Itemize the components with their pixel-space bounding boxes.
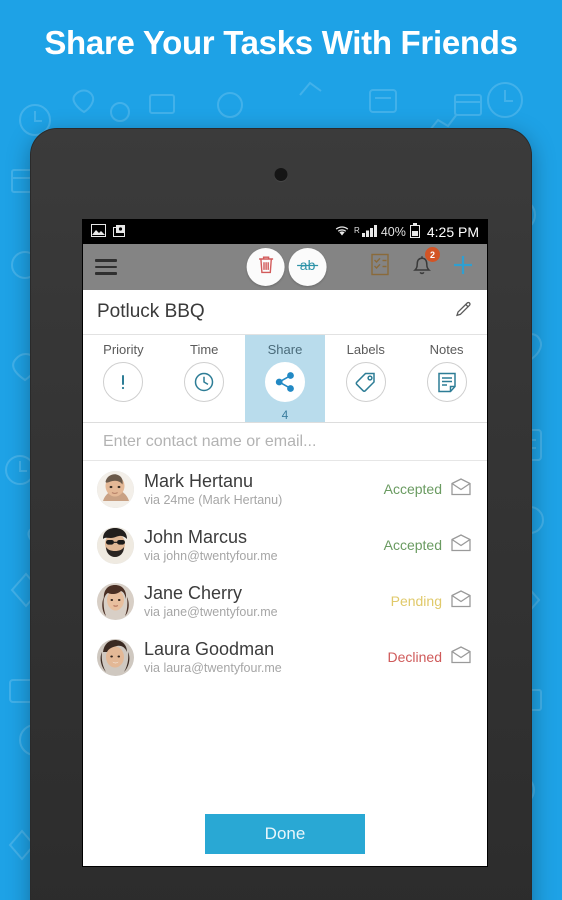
status-badge: Accepted xyxy=(383,481,442,497)
contact-via: via jane@twentyfour.me xyxy=(144,605,278,620)
list-item[interactable]: John Marcus via john@twentyfour.me Accep… xyxy=(83,517,487,573)
status-bar-right-icons: R 40% 4:25 PM xyxy=(334,223,479,241)
contact-search-placeholder: Enter contact name or email... xyxy=(103,432,317,450)
tab-count: 4 xyxy=(281,408,289,422)
envelope-icon[interactable] xyxy=(449,532,473,559)
roaming-indicator: R xyxy=(354,226,360,235)
tab-label: Notes xyxy=(429,342,464,357)
battery-icon xyxy=(409,223,420,241)
toolbar-center-actions: ab xyxy=(246,248,327,286)
clock-label: 4:25 PM xyxy=(426,224,479,240)
contact-status-group: Pending xyxy=(391,588,473,615)
contact-search-input[interactable]: Enter contact name or email... xyxy=(83,423,487,461)
status-bar-left-icons xyxy=(91,224,128,241)
status-badge: Pending xyxy=(390,593,442,609)
contact-texts: John Marcus via john@twentyfour.me xyxy=(144,527,278,563)
avatar xyxy=(97,638,134,676)
envelope-icon[interactable] xyxy=(449,476,473,503)
tab-label: Share xyxy=(267,342,303,357)
notifications-button[interactable]: 2 xyxy=(411,247,440,281)
shared-contacts-list: Mark Hertanu via 24me (Mark Hertanu) Acc… xyxy=(83,461,487,685)
task-title-row[interactable]: Potluck BBQ xyxy=(83,290,487,335)
list-item[interactable]: Mark Hertanu via 24me (Mark Hertanu) Acc… xyxy=(83,461,487,517)
screen-footer: Done xyxy=(83,802,487,866)
promo-screenshot: Share Your Tasks With Friends R 40% 4:25… xyxy=(0,0,562,900)
checklist-icon[interactable] xyxy=(371,253,393,282)
notifications-badge: 2 xyxy=(425,247,440,262)
contact-status-group: Accepted xyxy=(384,532,473,559)
note-icon xyxy=(426,362,467,402)
task-attribute-tabs: Priority Time Share 4 Labels Notes xyxy=(83,335,487,423)
tab-notes[interactable]: Notes xyxy=(406,335,487,422)
list-item[interactable]: Laura Goodman via laura@twentyfour.me De… xyxy=(83,629,487,685)
contact-status-group: Accepted xyxy=(384,476,473,503)
battery-percent-label: 40% xyxy=(380,225,406,239)
envelope-icon[interactable] xyxy=(449,588,473,615)
envelope-icon[interactable] xyxy=(449,644,473,671)
list-item[interactable]: Jane Cherry via jane@twentyfour.me Pendi… xyxy=(83,573,487,629)
contact-via: via 24me (Mark Hertanu) xyxy=(144,493,283,508)
tab-share[interactable]: Share 4 xyxy=(244,335,326,422)
page-title: Potluck BBQ xyxy=(97,301,205,322)
share-icon xyxy=(264,362,305,402)
tab-labels[interactable]: Labels xyxy=(325,335,406,422)
tab-label: Labels xyxy=(346,342,385,357)
tab-priority[interactable]: Priority xyxy=(83,335,164,422)
avatar xyxy=(97,470,134,508)
ab-strikethrough-icon: ab xyxy=(296,255,320,280)
screenshot-icon xyxy=(113,224,128,241)
tablet-device-frame: R 40% 4:25 PM ab 2 Potluck BBQ Priority … xyxy=(31,129,531,900)
avatar xyxy=(97,526,134,564)
tab-label: Priority xyxy=(103,342,144,357)
contact-name: John Marcus xyxy=(144,526,248,547)
app-toolbar: ab 2 xyxy=(83,244,487,290)
device-screen: R 40% 4:25 PM ab 2 Potluck BBQ Priority … xyxy=(83,220,487,866)
clock-icon xyxy=(184,362,225,402)
promo-headline: Share Your Tasks With Friends xyxy=(44,24,518,61)
trash-icon xyxy=(256,254,275,280)
contact-via: via laura@twentyfour.me xyxy=(144,661,282,676)
toolbar-right-actions: 2 xyxy=(371,247,475,282)
contact-texts: Jane Cherry via jane@twentyfour.me xyxy=(144,583,278,619)
hamburger-menu-icon[interactable] xyxy=(95,259,117,275)
status-bar: R 40% 4:25 PM xyxy=(83,220,487,244)
plus-icon[interactable] xyxy=(451,253,475,282)
contact-via: via john@twentyfour.me xyxy=(144,549,278,564)
contact-name: Laura Goodman xyxy=(144,638,275,659)
tab-time[interactable]: Time xyxy=(164,335,245,422)
exclamation-icon xyxy=(103,362,144,402)
signal-bars-icon xyxy=(361,224,377,240)
tag-icon xyxy=(345,362,386,402)
contact-status-group: Declined xyxy=(388,644,473,671)
status-badge: Declined xyxy=(387,649,442,665)
pencil-icon[interactable] xyxy=(454,300,473,324)
contact-name: Mark Hertanu xyxy=(144,470,254,491)
avatar xyxy=(97,582,134,620)
tab-label: Time xyxy=(189,342,219,357)
contact-texts: Mark Hertanu via 24me (Mark Hertanu) xyxy=(144,471,282,507)
status-badge: Accepted xyxy=(383,537,442,553)
done-button[interactable]: Done xyxy=(205,814,365,854)
contact-name: Jane Cherry xyxy=(144,582,243,603)
strikethrough-button[interactable]: ab xyxy=(288,248,327,286)
image-icon xyxy=(91,224,106,240)
delete-button[interactable] xyxy=(246,248,285,286)
wifi-icon xyxy=(334,224,350,241)
front-camera-icon xyxy=(274,168,288,181)
contact-texts: Laura Goodman via laura@twentyfour.me xyxy=(144,639,282,675)
